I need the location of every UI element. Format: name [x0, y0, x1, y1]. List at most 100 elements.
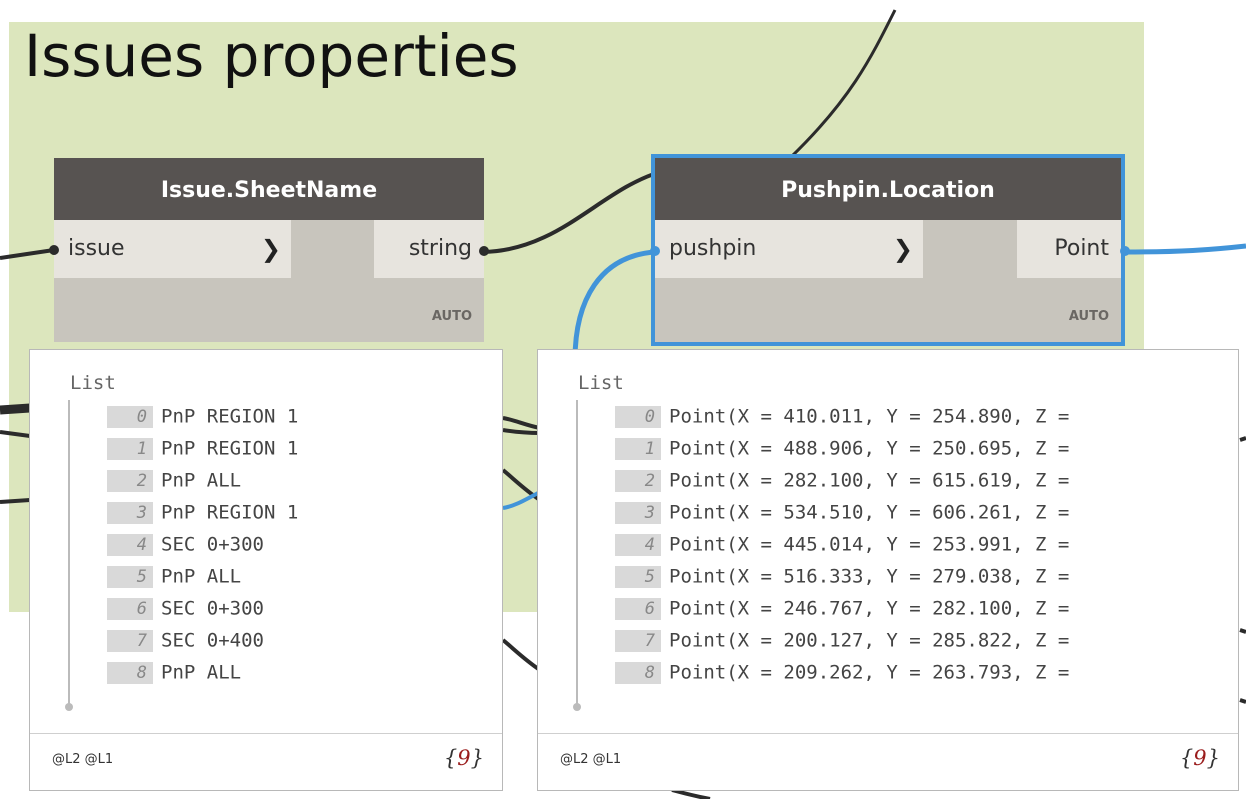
- count-open-brace: {: [1179, 746, 1194, 770]
- node-pushpin-location[interactable]: Pushpin.Location pushpin ❯ Point AUTO: [651, 154, 1125, 346]
- list-value: PnP ALL: [161, 661, 242, 684]
- count-close-brace: }: [1206, 746, 1220, 770]
- count-value: 9: [457, 746, 471, 770]
- wire-into-pushpin: [572, 249, 656, 361]
- list-item[interactable]: 3 PnP REGION 1: [107, 496, 298, 528]
- output-port-label: Point: [1054, 236, 1109, 261]
- list-item[interactable]: 2 Point(X = 282.100, Y = 615.619, Z =: [615, 464, 1069, 496]
- list-index: 0: [107, 405, 153, 428]
- list-value: Point(X = 516.333, Y = 279.038, Z =: [669, 565, 1070, 588]
- list-items: 0 PnP REGION 1 1 PnP REGION 1 2 PnP ALL 3 PnP R…: [107, 400, 298, 688]
- count-open-brace: {: [443, 746, 458, 770]
- wire-right-2: [1239, 628, 1246, 634]
- tree-end-dot: [65, 703, 73, 711]
- list-value: Point(X = 282.100, Y = 615.619, Z =: [669, 469, 1070, 492]
- list-items: 0 Point(X = 410.011, Y = 254.890, Z = 1 Po…: [615, 400, 1069, 688]
- list-value: Point(X = 534.510, Y = 606.261, Z =: [669, 501, 1070, 524]
- chevron-right-icon[interactable]: ❯: [893, 220, 913, 278]
- list-item[interactable]: 6 SEC 0+300: [107, 592, 298, 624]
- wire-mid-1: [502, 416, 541, 430]
- list-item[interactable]: 1 PnP REGION 1: [107, 432, 298, 464]
- preview-footer: @L2 @L1 {9}: [538, 733, 1238, 790]
- list-value: PnP REGION 1: [161, 405, 299, 428]
- list-index: 4: [615, 533, 661, 556]
- list-item[interactable]: 6 Point(X = 246.767, Y = 282.100, Z =: [615, 592, 1069, 624]
- group-title[interactable]: Issues properties: [24, 22, 519, 90]
- list-index: 0: [615, 405, 661, 428]
- list-value: Point(X = 488.906, Y = 250.695, Z =: [669, 437, 1070, 460]
- list-value: Point(X = 410.011, Y = 254.890, Z =: [669, 405, 1070, 428]
- list-label: List: [578, 372, 624, 394]
- input-port-issue[interactable]: issue ❯: [54, 220, 291, 278]
- input-port-label: pushpin: [669, 236, 757, 261]
- list-index: 4: [107, 533, 153, 556]
- list-index: 1: [107, 437, 153, 460]
- list-item[interactable]: 8 PnP ALL: [107, 656, 298, 688]
- list-value: Point(X = 200.127, Y = 285.822, Z =: [669, 629, 1070, 652]
- output-port-label: string: [408, 236, 472, 261]
- list-value: SEC 0+300: [161, 597, 264, 620]
- list-item[interactable]: 8 Point(X = 209.262, Y = 263.793, Z =: [615, 656, 1069, 688]
- preview-body[interactable]: List 0 Point(X = 410.011, Y = 254.890, Z …: [538, 350, 1238, 736]
- list-index: 3: [615, 501, 661, 524]
- item-count: {9}: [1180, 746, 1220, 770]
- output-port-string[interactable]: string: [374, 220, 484, 278]
- list-item[interactable]: 4 SEC 0+300: [107, 528, 298, 560]
- list-levels[interactable]: @L2 @L1: [560, 752, 621, 767]
- wire-bottom: [671, 788, 711, 799]
- port-row: pushpin ❯ Point: [655, 220, 1121, 278]
- list-item[interactable]: 4 Point(X = 445.014, Y = 253.991, Z =: [615, 528, 1069, 560]
- preview-body[interactable]: List 0 PnP REGION 1 1 PnP REGION 1 2 PnP ALL 3…: [30, 350, 502, 736]
- wire-right-3: [1239, 698, 1246, 704]
- list-index: 2: [615, 469, 661, 492]
- list-index: 5: [107, 565, 153, 588]
- list-index: 5: [615, 565, 661, 588]
- list-item[interactable]: 5 Point(X = 516.333, Y = 279.038, Z =: [615, 560, 1069, 592]
- count-close-brace: }: [470, 746, 484, 770]
- chevron-right-icon[interactable]: ❯: [261, 220, 281, 278]
- wire-from-point: [1125, 243, 1246, 255]
- tree-end-dot: [573, 703, 581, 711]
- list-item[interactable]: 2 PnP ALL: [107, 464, 298, 496]
- list-label: List: [70, 372, 116, 394]
- list-item[interactable]: 1 Point(X = 488.906, Y = 250.695, Z =: [615, 432, 1069, 464]
- item-count: {9}: [444, 746, 484, 770]
- output-port-point[interactable]: Point: [1017, 220, 1121, 278]
- node-title[interactable]: Issue.SheetName: [54, 158, 484, 220]
- list-value: Point(X = 246.767, Y = 282.100, Z =: [669, 597, 1070, 620]
- list-value: Point(X = 445.014, Y = 253.991, Z =: [669, 533, 1070, 556]
- list-value: Point(X = 209.262, Y = 263.793, Z =: [669, 661, 1070, 684]
- input-port-pushpin[interactable]: pushpin ❯: [655, 220, 923, 278]
- preview-bubble-location[interactable]: List 0 Point(X = 410.011, Y = 254.890, Z …: [537, 349, 1239, 791]
- node-title[interactable]: Pushpin.Location: [655, 158, 1121, 220]
- list-value: PnP ALL: [161, 469, 242, 492]
- wire-left-3: [0, 498, 31, 504]
- lacing-label[interactable]: AUTO: [1069, 309, 1109, 324]
- node-issue-sheetname[interactable]: Issue.SheetName issue ❯ string AUTO: [54, 158, 484, 342]
- list-value: PnP REGION 1: [161, 437, 299, 460]
- list-index: 1: [615, 437, 661, 460]
- wire-left-1: [0, 403, 31, 415]
- list-index: 8: [615, 661, 661, 684]
- wire-left-2: [0, 430, 31, 438]
- wire-into-issue: [0, 248, 55, 260]
- list-levels[interactable]: @L2 @L1: [52, 752, 113, 767]
- port-row: issue ❯ string: [54, 220, 484, 278]
- list-value: PnP REGION 1: [161, 501, 299, 524]
- lacing-label[interactable]: AUTO: [432, 309, 472, 324]
- wire-mid-4: [501, 638, 542, 672]
- wire-mid-blue: [502, 490, 541, 510]
- list-item[interactable]: 3 Point(X = 534.510, Y = 606.261, Z =: [615, 496, 1069, 528]
- wire-from-string: [483, 170, 661, 254]
- wire-right-1: [1239, 436, 1246, 442]
- list-item[interactable]: 5 PnP ALL: [107, 560, 298, 592]
- wire-mid-2: [502, 428, 541, 435]
- list-item[interactable]: 7 Point(X = 200.127, Y = 285.822, Z =: [615, 624, 1069, 656]
- list-item[interactable]: 7 SEC 0+400: [107, 624, 298, 656]
- list-index: 2: [107, 469, 153, 492]
- list-item[interactable]: 0 Point(X = 410.011, Y = 254.890, Z =: [615, 400, 1069, 432]
- preview-bubble-sheetname[interactable]: List 0 PnP REGION 1 1 PnP REGION 1 2 PnP ALL 3…: [29, 349, 503, 791]
- wire-top-diagonal: [788, 9, 897, 160]
- list-item[interactable]: 0 PnP REGION 1: [107, 400, 298, 432]
- list-index: 6: [107, 597, 153, 620]
